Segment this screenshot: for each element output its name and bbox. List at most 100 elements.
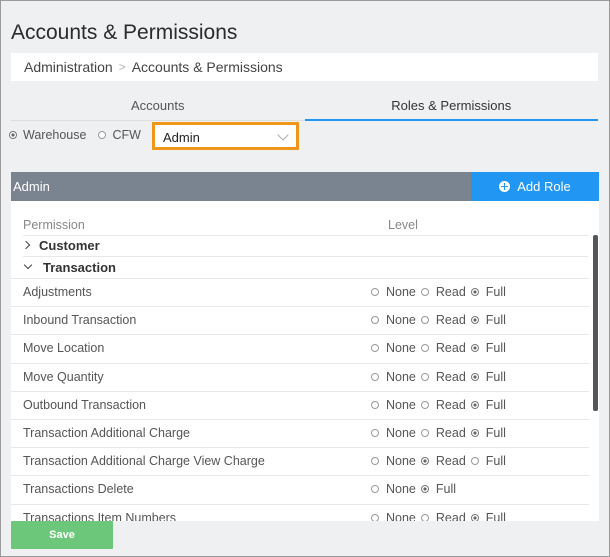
table-row: Outbound Transaction None Read Full (11, 390, 589, 420)
table-row: Transactions Delete None Full (11, 475, 589, 504)
permission-name: Transactions Delete (23, 482, 134, 497)
level-option-none[interactable]: None (371, 482, 416, 496)
radio-none[interactable] (371, 372, 379, 381)
level-option-full[interactable]: Full (470, 341, 506, 355)
permission-name: Inbound Transaction (23, 313, 137, 328)
save-button[interactable]: Save (11, 521, 113, 549)
radio-read[interactable] (420, 457, 429, 466)
level-option-none[interactable]: None (371, 313, 416, 327)
radio-full[interactable] (470, 400, 479, 409)
radio-full[interactable] (470, 372, 479, 381)
radio-none[interactable] (371, 344, 379, 353)
radio-none[interactable] (371, 316, 379, 325)
level-option-none[interactable]: None (371, 398, 416, 412)
level-label: None (386, 369, 416, 384)
tab-bar: Accounts Roles & Permissions (11, 95, 598, 121)
role-select-value: Admin (163, 130, 200, 145)
scope-selector: Warehouse CFW (9, 128, 153, 142)
level-option-none[interactable]: None (371, 341, 416, 355)
level-options: None Read Full (371, 426, 511, 440)
level-option-full[interactable]: Full (470, 370, 506, 384)
level-option-read[interactable]: Read (420, 397, 466, 412)
permission-name: Transaction Additional Charge View Charg… (23, 454, 265, 469)
radio-read[interactable] (420, 288, 429, 296)
radio-full[interactable] (470, 344, 479, 353)
level-option-read[interactable]: Read (420, 454, 466, 468)
scope-warehouse-radio[interactable] (9, 131, 17, 139)
table-row: Adjustments None Read Full (11, 278, 589, 307)
level-label: Read (435, 369, 466, 384)
level-option-none[interactable]: None (371, 426, 416, 440)
level-option-none[interactable]: None (371, 511, 416, 521)
level-option-full[interactable]: Full (470, 398, 506, 412)
app-window: Accounts & Permissions Administration > … (0, 0, 610, 557)
scope-warehouse-label: Warehouse (23, 128, 87, 142)
add-role-button[interactable]: Add Role (471, 172, 599, 201)
radio-none[interactable] (371, 288, 379, 296)
radio-read[interactable] (420, 513, 429, 521)
radio-read[interactable] (420, 400, 429, 409)
radio-none[interactable] (371, 513, 379, 521)
table-row: Transactions Item Numbers None Read Full (11, 503, 589, 521)
permission-name: Move Location (23, 341, 105, 356)
level-option-read[interactable]: Read (420, 285, 466, 299)
level-options: None Read Full (371, 341, 511, 355)
breadcrumb: Administration > Accounts & Permissions (11, 53, 598, 81)
chevron-right-icon (21, 240, 31, 249)
chevron-down-icon (23, 260, 33, 269)
level-option-read[interactable]: Read (420, 313, 466, 327)
level-option-full[interactable]: Full (470, 313, 506, 328)
radio-read[interactable] (420, 372, 429, 381)
level-options: None Full (371, 482, 461, 496)
level-options: None Read Full (371, 398, 511, 412)
level-label: Full (485, 510, 506, 521)
radio-full[interactable] (420, 485, 429, 494)
level-option-full[interactable]: Full (420, 482, 456, 496)
radio-none[interactable] (371, 429, 379, 437)
radio-read[interactable] (420, 344, 429, 353)
breadcrumb-administration[interactable]: Administration (24, 59, 113, 75)
level-label: Read (435, 426, 466, 440)
level-option-full[interactable]: Full (470, 426, 506, 440)
level-option-read[interactable]: Read (420, 426, 466, 440)
permission-name: Adjustments (23, 285, 92, 299)
column-level: Level (388, 218, 418, 232)
level-option-read[interactable]: Read (420, 369, 466, 384)
tab-accounts[interactable]: Accounts (11, 95, 305, 121)
level-option-read[interactable]: Read (420, 341, 466, 355)
radio-full[interactable] (470, 457, 479, 466)
table-row: Move Location None Read Full (11, 334, 589, 363)
level-label: None (386, 341, 416, 356)
radio-none[interactable] (371, 457, 379, 466)
tab-roles-permissions[interactable]: Roles & Permissions (304, 95, 598, 121)
level-label: Read (435, 397, 466, 412)
radio-full[interactable] (470, 429, 479, 437)
level-option-none[interactable]: None (371, 454, 416, 468)
scope-cfw-radio[interactable] (98, 131, 107, 139)
radio-full[interactable] (470, 288, 479, 296)
permission-name: Outbound Transaction (23, 397, 146, 412)
level-option-full[interactable]: Full (470, 454, 506, 468)
level-label: Read (435, 285, 466, 299)
level-option-none[interactable]: None (371, 285, 416, 299)
radio-read[interactable] (420, 429, 429, 437)
radio-none[interactable] (371, 400, 379, 409)
permission-name: Transaction Additional Charge (23, 426, 190, 440)
level-option-read[interactable]: Read (420, 511, 466, 521)
radio-full[interactable] (470, 316, 479, 325)
radio-full[interactable] (470, 513, 479, 521)
radio-read[interactable] (420, 316, 429, 325)
table-row: Transaction Additional Charge View Charg… (11, 447, 589, 476)
group-customer[interactable]: Customer (21, 235, 588, 256)
radio-none[interactable] (371, 485, 379, 494)
level-option-none[interactable]: None (371, 370, 416, 384)
group-transaction[interactable]: Transaction (23, 256, 588, 278)
scrollbar-thumb[interactable] (593, 235, 598, 411)
level-label: Full (485, 285, 506, 299)
level-option-full[interactable]: Full (470, 510, 506, 521)
level-label: Full (485, 313, 506, 328)
role-name: Admin (13, 179, 50, 194)
level-option-full[interactable]: Full (470, 285, 506, 299)
role-select[interactable]: Admin (152, 122, 299, 150)
level-label: None (386, 454, 416, 469)
